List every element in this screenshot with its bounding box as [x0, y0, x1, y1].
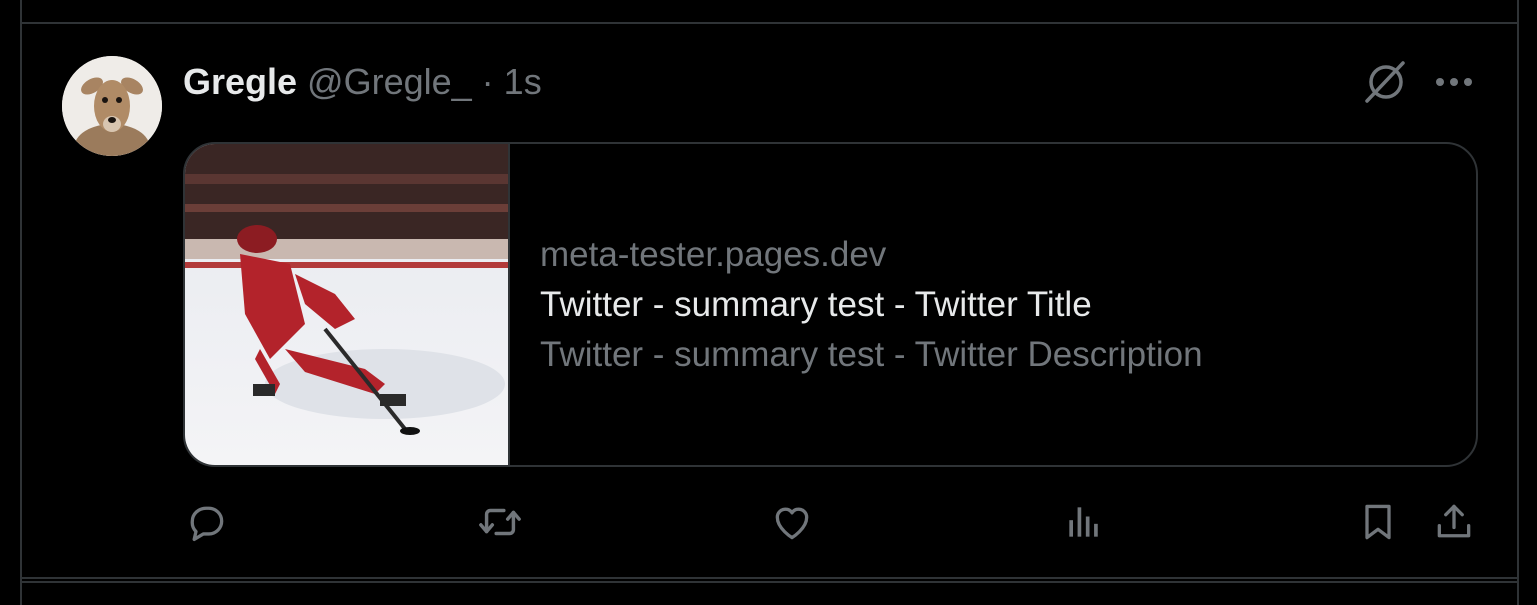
tweet-header: Gregle @Gregle_ · 1s	[183, 60, 542, 104]
tweet-timestamp[interactable]: 1s	[504, 61, 542, 103]
deer-avatar-image	[62, 56, 162, 156]
card-description: Twitter - summary test - Twitter Descrip…	[540, 334, 1203, 374]
card-domain: meta-tester.pages.dev	[540, 234, 887, 274]
card-text: meta-tester.pages.dev Twitter - summary …	[510, 144, 1476, 465]
retweet-icon[interactable]	[476, 498, 524, 546]
divider-bottom	[20, 577, 1519, 583]
separator-dot: ·	[481, 61, 494, 102]
author-name[interactable]: Gregle	[183, 61, 297, 103]
reply-icon[interactable]	[183, 498, 231, 546]
card-title: Twitter - summary test - Twitter Title	[540, 284, 1092, 324]
more-options-icon[interactable]	[1430, 58, 1478, 106]
like-icon[interactable]	[768, 498, 816, 546]
author-handle[interactable]: @Gregle_	[307, 61, 472, 103]
bookmark-icon[interactable]	[1354, 498, 1402, 546]
grok-icon[interactable]	[1362, 58, 1410, 106]
views-icon[interactable]	[1060, 498, 1108, 546]
share-icon[interactable]	[1430, 498, 1478, 546]
avatar[interactable]	[62, 56, 162, 156]
card-thumbnail	[185, 144, 510, 465]
link-preview-card[interactable]: meta-tester.pages.dev Twitter - summary …	[183, 142, 1478, 467]
divider-top	[20, 22, 1519, 24]
